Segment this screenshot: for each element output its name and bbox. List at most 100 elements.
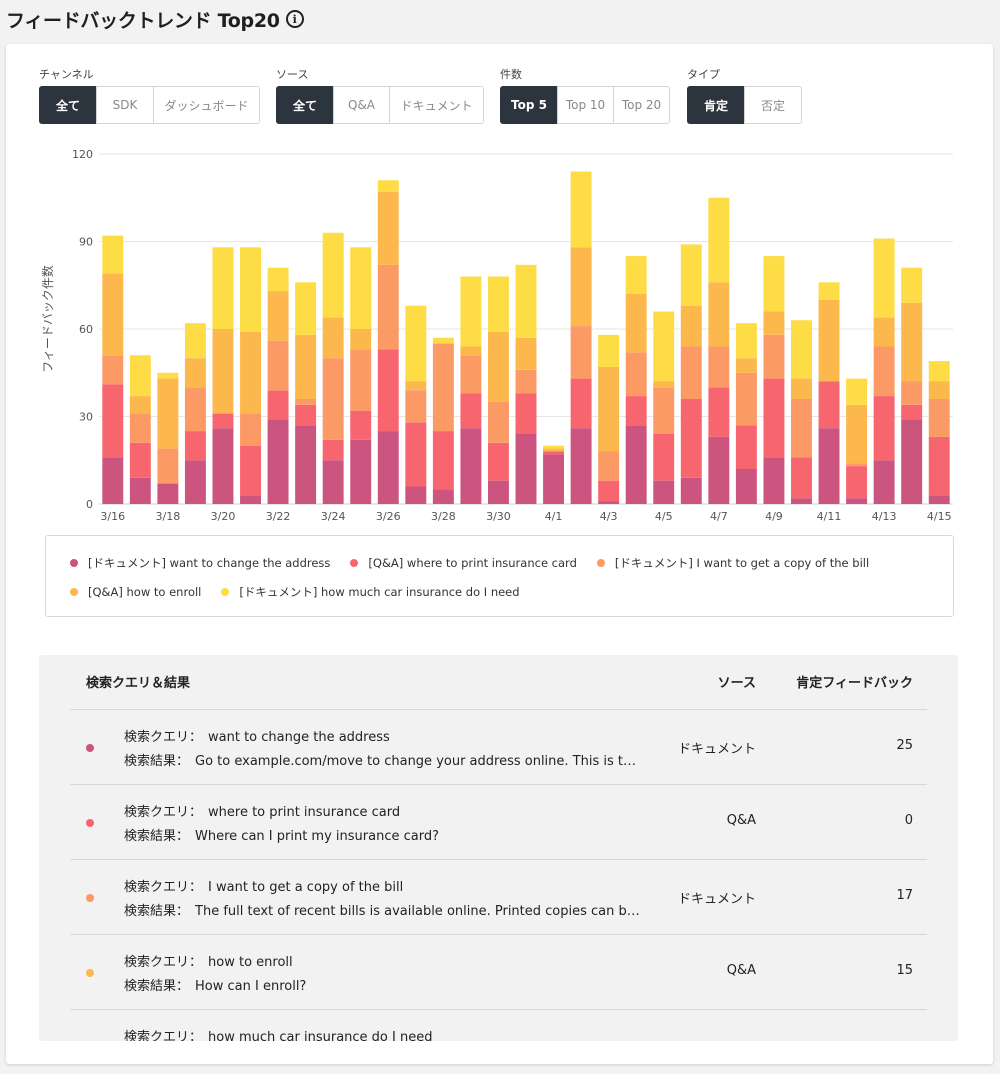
x-tick-label: 3/30 — [486, 510, 511, 523]
bar-segment — [240, 445, 261, 496]
bar-segment — [377, 431, 399, 504]
row-color-dot-icon — [86, 819, 94, 827]
bar-segment — [791, 498, 812, 504]
table-row[interactable]: 検索クエリ： I want to get a copy of the bill 検索… — [70, 859, 927, 934]
bar-segment — [460, 355, 482, 394]
page-header: フィードバックトレンド Top20 i — [6, 4, 304, 34]
x-tick-label: 4/11 — [817, 510, 842, 523]
x-tick-label: 4/3 — [600, 510, 618, 523]
legend-label: [ドキュメント] how much car insurance do I nee… — [239, 584, 520, 599]
bar-segment — [598, 501, 620, 504]
source-option-document[interactable]: ドキュメント — [389, 86, 484, 124]
bar-segment — [791, 457, 812, 499]
type-option-negative[interactable]: 否定 — [744, 86, 802, 124]
channel-option-dashboard[interactable]: ダッシュボード — [153, 86, 260, 124]
info-icon[interactable]: i — [285, 10, 304, 28]
count-option-top10[interactable]: Top 10 — [557, 86, 614, 124]
table-header-positive[interactable]: 肯定フィードバック — [796, 672, 913, 691]
bar-segment — [901, 302, 923, 382]
row-query: 検索クエリ： want to change the address — [124, 726, 390, 745]
row-query: 検索クエリ： how to enroll — [124, 951, 293, 970]
bar-segment — [708, 282, 730, 347]
legend-item[interactable]: [Q&A] where to print insurance card — [350, 548, 577, 577]
row-positive-count: 15 — [896, 963, 913, 978]
bar-segment — [818, 282, 840, 300]
row-source: ドキュメント — [677, 742, 756, 757]
bar-segment — [763, 334, 785, 379]
row-source: ドキュメント — [677, 892, 756, 907]
bar-segment — [653, 387, 675, 434]
bar-segment — [295, 399, 317, 405]
query-prefix: 検索クエリ： — [124, 955, 203, 970]
bar-segment — [322, 232, 344, 318]
bar-segment — [515, 393, 537, 434]
bar-segment — [653, 311, 675, 382]
bar-segment — [515, 337, 537, 370]
feedback-stacked-bar-chart: 0 30 60 90 120 フィードバック件数 3/16 3/18 3/20 3/22 3/24 3… — [40, 148, 953, 523]
channel-option-sdk[interactable]: SDK — [96, 86, 154, 124]
feedback-trend-card: チャンネル 全て SDK ダッシュボード ソース 全て Q&A ドキュメント 件… — [6, 44, 993, 1064]
x-tick-label: 3/18 — [156, 510, 181, 523]
row-query: 検索クエリ： how much car insurance do I need — [124, 1026, 432, 1041]
bar-segment — [763, 311, 785, 335]
bar-segment — [184, 431, 206, 461]
legend-item[interactable]: [ドキュメント] I want to get a copy of the bil… — [596, 548, 870, 577]
bar-segment — [184, 387, 206, 432]
legend-label: [Q&A] where to print insurance card — [368, 555, 577, 570]
bar-segment — [570, 428, 592, 504]
bar-segment — [295, 425, 317, 504]
bar-segment — [295, 404, 317, 426]
bar-segment — [598, 334, 620, 367]
legend-label: [ドキュメント] I want to get a copy of the bil… — [614, 555, 870, 570]
result-text: Go to example.com/move to change your ad… — [195, 754, 644, 769]
count-option-top5[interactable]: Top 5 — [500, 86, 558, 124]
segmented-control-source: 全て Q&A ドキュメント — [276, 86, 484, 124]
bar-segment — [846, 466, 868, 499]
bar-segment — [487, 401, 509, 443]
chart-legend: [ドキュメント] want to change the address [Q&A]… — [45, 535, 954, 617]
legend-item[interactable]: [Q&A] how to enroll — [70, 577, 201, 606]
bar-segment — [184, 460, 206, 504]
count-option-top20[interactable]: Top 20 — [613, 86, 670, 124]
bar-segment — [322, 358, 344, 440]
bar-segment — [763, 378, 785, 458]
legend-item[interactable]: [ドキュメント] want to change the address — [70, 548, 330, 577]
table-row[interactable]: 検索クエリ： want to change the address 検索結果： Go … — [70, 709, 927, 784]
bar-segment — [735, 425, 757, 469]
channel-option-all[interactable]: 全て — [39, 86, 97, 124]
result-prefix: 検索結果： — [124, 979, 190, 994]
bar-segment — [212, 247, 234, 329]
bar-segment — [873, 460, 895, 504]
bar-segment — [846, 404, 868, 464]
source-option-all[interactable]: 全て — [276, 86, 334, 124]
bar-segment — [377, 180, 399, 192]
bar-segment — [873, 238, 895, 318]
bar-segment — [350, 439, 372, 504]
query-prefix: 検索クエリ： — [124, 805, 203, 820]
y-axis-label: フィードバック件数 — [40, 265, 55, 373]
bar-segment — [487, 276, 509, 332]
source-option-qa[interactable]: Q&A — [333, 86, 390, 124]
legend-item[interactable]: [ドキュメント] how much car insurance do I nee… — [221, 577, 520, 606]
bar-segment — [625, 256, 647, 294]
table-row[interactable]: 検索クエリ： how to enroll 検索結果： How can I enroll… — [70, 934, 927, 1009]
bar-segment — [873, 346, 895, 397]
bar-segment — [432, 431, 454, 490]
bar-segment — [653, 381, 675, 388]
bar-segment — [295, 282, 317, 335]
bar-segment — [570, 247, 592, 327]
bar-segment — [267, 291, 289, 341]
bar-segment — [377, 191, 399, 265]
table-header-query: 検索クエリ＆結果 — [86, 676, 191, 691]
bar-segment — [350, 349, 372, 411]
row-positive-count: 0 — [904, 813, 913, 828]
y-tick-label: 0 — [86, 498, 93, 511]
table-row[interactable]: 検索クエリ： where to print insurance card 検索結果：… — [70, 784, 927, 859]
row-positive-count: 17 — [896, 888, 913, 903]
table-row[interactable]: 検索クエリ： how much car insurance do I need — [70, 1009, 927, 1041]
table-header-source[interactable]: ソース — [718, 672, 756, 691]
type-option-positive[interactable]: 肯定 — [687, 86, 745, 124]
bar-segment — [405, 305, 427, 382]
row-result: 検索結果： Go to example.com/move to change yo… — [124, 750, 644, 769]
bar-segment — [102, 273, 124, 356]
